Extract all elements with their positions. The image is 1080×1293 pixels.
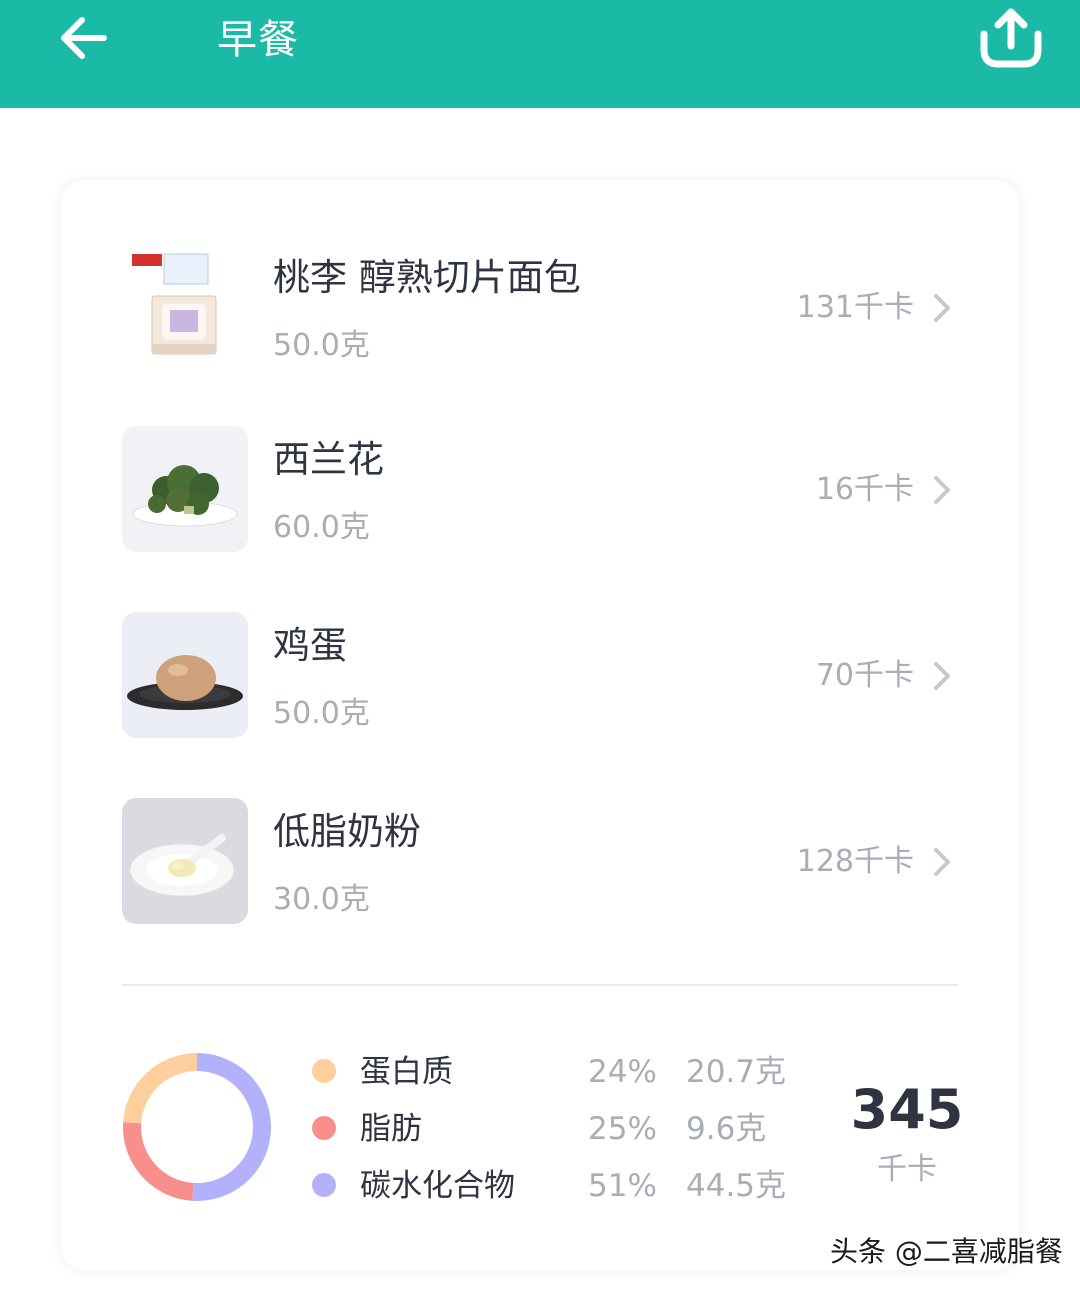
macro-grams: 20.7克 [686,1054,787,1090]
milk-powder-image [122,798,248,924]
macro-name: 脂肪 [360,1111,422,1147]
chevron-right-icon [934,476,950,504]
food-weight: 50.0克 [273,696,370,731]
macro-percent: 25% [588,1111,657,1147]
macro-grams: 9.6克 [686,1111,767,1147]
meal-card: 桃李 醇熟切片面包 50.0克 131千卡 西兰花 60.0克 16千卡 鸡蛋 … [62,180,1018,1270]
chevron-right-icon [934,294,950,322]
food-name: 西兰花 [273,438,384,481]
food-weight: 30.0克 [273,882,370,917]
food-weight: 60.0克 [273,510,370,545]
macro-row-carbs: 碳水化合物 51% 44.5克 [310,1164,790,1208]
carbs-color-dot [312,1173,336,1197]
egg-image [122,612,248,738]
macro-donut-chart [123,1053,271,1201]
macro-percent: 51% [588,1168,657,1204]
macro-grams: 44.5克 [686,1168,787,1204]
macro-name: 蛋白质 [360,1054,453,1090]
food-calories: 16千卡 [815,472,914,507]
back-button[interactable] [54,8,114,68]
broccoli-image [122,426,248,552]
food-item-milk-powder[interactable]: 低脂奶粉 30.0克 128千卡 [62,798,1018,958]
food-item-bread[interactable]: 桃李 醇熟切片面包 50.0克 131千卡 [62,244,1018,404]
fat-color-dot [312,1116,336,1140]
chevron-right-icon [934,662,950,690]
page-title: 早餐 [217,17,299,63]
food-name: 桃李 醇熟切片面包 [273,256,581,299]
food-calories: 131千卡 [796,290,914,325]
divider [122,984,958,986]
top-app-bar: 早餐 [0,0,1080,108]
food-item-broccoli[interactable]: 西兰花 60.0克 16千卡 [62,426,1018,586]
food-item-egg[interactable]: 鸡蛋 50.0克 70千卡 [62,612,1018,772]
protein-color-dot [312,1059,336,1083]
macro-percent: 24% [588,1054,657,1090]
total-calories-unit: 千卡 [877,1152,937,1187]
food-weight: 50.0克 [273,328,370,363]
macro-row-fat: 脂肪 25% 9.6克 [310,1107,790,1151]
macro-name: 碳水化合物 [360,1168,515,1204]
share-upload-icon [980,8,1042,68]
food-calories: 70千卡 [815,658,914,693]
chevron-right-icon [934,848,950,876]
food-calories: 128千卡 [796,844,914,879]
share-button[interactable] [974,4,1048,72]
arrow-left-icon [61,17,107,59]
food-name: 低脂奶粉 [273,810,421,853]
macro-row-protein: 蛋白质 24% 20.7克 [310,1050,790,1094]
watermark: 头条 @二喜减脂餐 [830,1235,1063,1268]
total-calories-value: 345 [850,1078,964,1141]
food-name: 鸡蛋 [273,624,347,667]
bread-image [122,244,248,370]
